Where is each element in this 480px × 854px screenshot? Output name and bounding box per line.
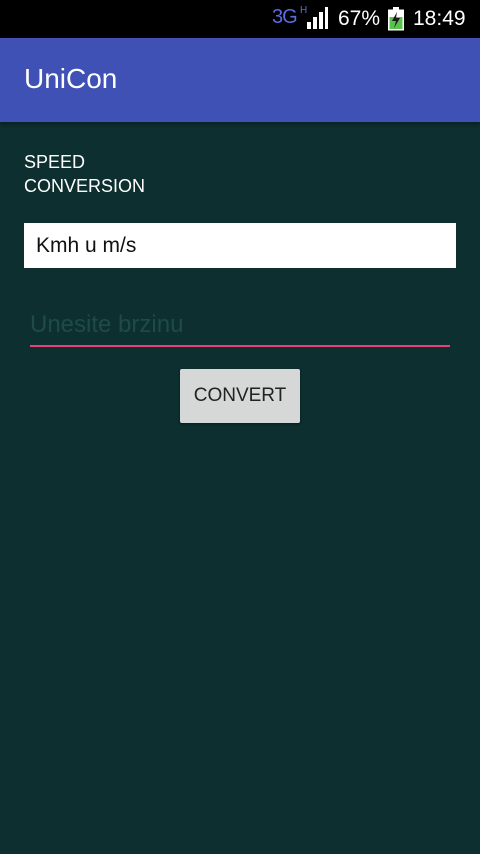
signal-bars-icon (307, 7, 328, 29)
status-bar: 3G H 67% 18:49 (0, 0, 480, 38)
conversion-type-selected-value: Kmh u m/s (36, 233, 137, 257)
section-title: SPEED CONVERSION (24, 152, 146, 196)
speed-input[interactable] (30, 305, 450, 347)
network-type: 3G (272, 6, 298, 28)
app-title: UniCon (24, 63, 118, 94)
clock: 18:49 (413, 7, 466, 30)
convert-button[interactable]: CONVERT (180, 369, 300, 423)
battery-percent: 67% (338, 7, 381, 30)
app-bar: UniCon (0, 38, 480, 122)
conversion-type-select[interactable]: Kmh u m/s (24, 223, 456, 268)
battery-charging-icon (388, 7, 404, 31)
